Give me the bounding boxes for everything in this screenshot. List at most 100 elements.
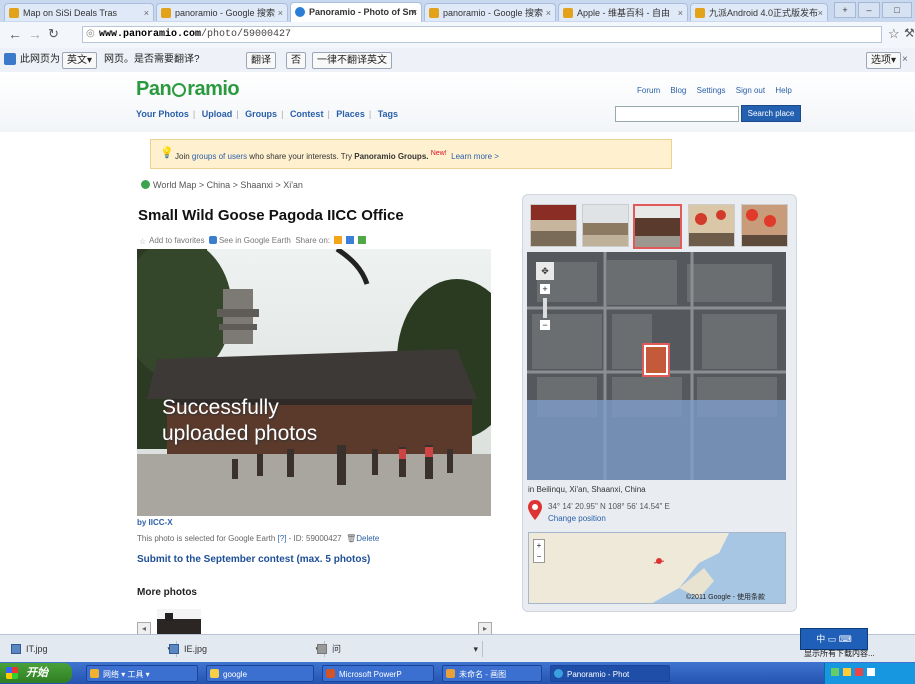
share-icon[interactable] (346, 236, 355, 244)
nearby-photo-thumbnail[interactable] (582, 204, 629, 247)
tray-icon[interactable] (843, 668, 851, 676)
chevron-down-icon[interactable]: ▾ (473, 641, 478, 657)
nearby-photo-thumbnail[interactable] (741, 204, 788, 247)
share-icon[interactable] (334, 236, 343, 244)
show-all-downloads-link[interactable]: 显示所有下载内容... (804, 648, 875, 659)
translate-options-button[interactable]: 选项▾ (866, 52, 902, 69)
zoom-in-button[interactable]: + (540, 284, 550, 294)
back-arrow-icon[interactable]: ← (8, 26, 22, 42)
minimize-window-button[interactable]: – (858, 2, 880, 18)
breadcrumb-shaanxi[interactable]: Shaanxi (240, 180, 273, 190)
taskbar-item[interactable]: google (206, 665, 314, 682)
nav-groups[interactable]: Groups (245, 109, 277, 119)
satellite-map[interactable] (527, 252, 786, 480)
translate-button[interactable]: 翻译 (246, 52, 276, 69)
page-favicon-icon (563, 8, 573, 18)
download-item[interactable]: IE.jpg▾ (166, 641, 325, 657)
blog-link[interactable]: Blog (670, 86, 686, 95)
photo-coordinates: 34° 14' 20.95" N 108° 56' 14.54" E (548, 502, 670, 511)
close-icon[interactable]: × (678, 4, 683, 21)
ime-language-bar[interactable]: 中 ▭ ⌨ (800, 628, 868, 650)
translate-question: 网页。是否需要翻译? (104, 54, 200, 65)
browser-tab[interactable]: panoramio - Google 搜索 × (424, 3, 556, 21)
tray-icon[interactable] (831, 668, 839, 676)
taskbar-item-active[interactable]: Panoramio - Phot (550, 665, 670, 682)
tray-icon[interactable] (867, 668, 875, 676)
close-icon[interactable]: × (144, 4, 149, 21)
browser-tab[interactable]: panoramio - Google 搜索 × (156, 3, 288, 21)
settings-link[interactable]: Settings (697, 86, 726, 95)
panoramio-groups-link[interactable]: Panoramio Groups. (354, 152, 428, 161)
see-in-google-earth-link[interactable]: See in Google Earth (219, 236, 291, 245)
pan-control-icon[interactable]: ✥ (536, 262, 554, 280)
panoramio-favicon-icon (295, 7, 305, 17)
submit-contest-link[interactable]: Submit to the September contest (max. 5 … (137, 554, 370, 565)
lightbulb-icon: 💡 (160, 147, 174, 159)
browser-tab-active[interactable]: Panoramio - Photo of Sm × (290, 2, 422, 22)
nav-places[interactable]: Places (336, 109, 365, 119)
source-language-select[interactable]: 英文▾ (62, 52, 98, 69)
close-icon[interactable]: × (902, 52, 908, 67)
tray-icon[interactable] (855, 668, 863, 676)
delete-link[interactable]: Delete (356, 534, 379, 543)
breadcrumb-xian[interactable]: Xi'an (283, 180, 303, 190)
taskbar-item[interactable]: 未命名 - 画图 (442, 665, 542, 682)
learn-more-link[interactable]: Learn more > (451, 152, 499, 161)
browser-tab[interactable]: Map on SiSi Deals Tras × (4, 3, 154, 21)
download-item[interactable]: IT.jpg▾ (8, 641, 177, 657)
maximize-window-button[interactable]: □ (882, 2, 912, 18)
never-translate-button[interactable]: 一律不翻译英文 (312, 52, 392, 69)
reload-icon[interactable]: ↻ (48, 26, 59, 42)
wrench-icon[interactable]: ⚒ (904, 26, 915, 40)
browser-tab[interactable]: Apple - 维基百科 - 自由 × (558, 3, 688, 21)
new-badge: New! (430, 150, 447, 157)
sign-out-link[interactable]: Sign out (736, 86, 765, 95)
current-photo-thumbnail[interactable] (633, 204, 682, 249)
close-icon[interactable]: × (278, 4, 283, 21)
help-link[interactable]: Help (775, 86, 791, 95)
paint-icon (446, 669, 455, 678)
taskbar-item[interactable]: 网络 ▾ 工具 ▾ (86, 665, 198, 682)
no-translate-button[interactable]: 否 (286, 52, 306, 69)
page-favicon-icon (695, 8, 705, 18)
taskbar-item[interactable]: Microsoft PowerP (322, 665, 434, 682)
close-icon[interactable]: × (412, 3, 417, 21)
groups-of-users-link[interactable]: groups of users (192, 152, 247, 161)
download-item[interactable]: 问 ▾ (314, 641, 483, 657)
forum-link[interactable]: Forum (637, 86, 660, 95)
close-icon[interactable]: × (546, 4, 551, 21)
new-tab-button[interactable]: + (834, 2, 856, 18)
main-photo[interactable] (137, 249, 491, 516)
panoramio-logo[interactable]: Pan ramio (136, 78, 240, 101)
place-search-input[interactable] (615, 106, 739, 122)
forward-arrow-icon[interactable]: → (28, 26, 42, 42)
overview-zoom-control[interactable]: + − (533, 539, 545, 563)
search-place-button[interactable]: Search place (741, 105, 801, 122)
nav-tags[interactable]: Tags (378, 109, 398, 119)
zoom-out-button[interactable]: − (540, 320, 550, 330)
nav-contest[interactable]: Contest (290, 109, 324, 119)
change-position-link[interactable]: Change position (548, 514, 606, 523)
page-info-icon: ◎ (86, 29, 95, 40)
promo-text: who share your interests. Try (249, 152, 353, 161)
close-icon[interactable]: × (818, 4, 823, 21)
breadcrumb-world-map[interactable]: World Map (153, 180, 196, 190)
nav-upload[interactable]: Upload (202, 109, 233, 119)
zoom-slider[interactable] (543, 298, 547, 318)
help-link[interactable]: [?] (278, 534, 287, 543)
breadcrumb-china[interactable]: China (207, 180, 231, 190)
page-favicon-icon (9, 8, 19, 18)
more-photo-thumbnail[interactable] (157, 609, 201, 634)
bookmark-star-icon[interactable]: ☆ (888, 26, 900, 42)
share-icon[interactable] (358, 236, 367, 244)
page-favicon-icon (161, 8, 171, 18)
nearby-photo-thumbnail[interactable] (688, 204, 735, 247)
nav-your-photos[interactable]: Your Photos (136, 109, 189, 119)
start-button[interactable]: 开始 (0, 663, 72, 683)
photo-author[interactable]: by IICC-X (137, 518, 173, 527)
photo-location: in Beilinqu, Xi'an, Shaanxi, China (528, 485, 646, 494)
url-field[interactable]: ◎ www.panoramio.com/photo/59000427 (82, 26, 882, 43)
browser-tab[interactable]: 九派Android 4.0正式版发布 × (690, 3, 828, 21)
add-to-favorites-link[interactable]: Add to favorites (149, 236, 205, 245)
nearby-photo-thumbnail[interactable] (530, 204, 577, 247)
